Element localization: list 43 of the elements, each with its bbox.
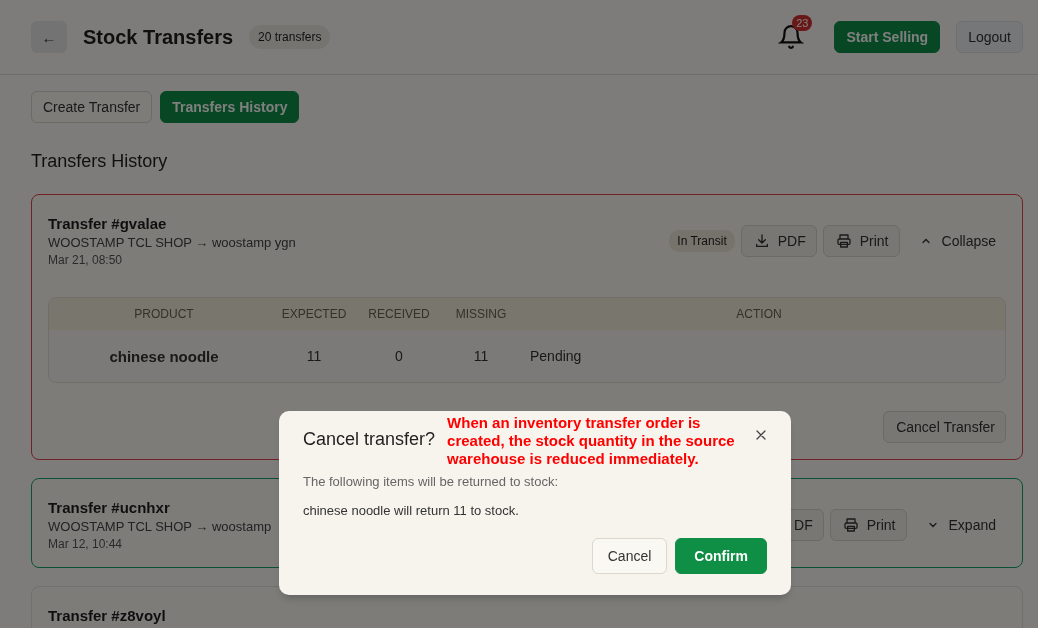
back-button[interactable]: ← xyxy=(31,21,67,53)
cancel-transfer-button[interactable]: Cancel Transfer xyxy=(883,411,1006,443)
status-badge: In Transit xyxy=(669,230,735,252)
download-icon xyxy=(753,233,770,249)
return-item-text: chinese noodle will return 11 to stock. xyxy=(303,503,520,518)
transfer-title: Transfer #gvalae xyxy=(48,215,167,232)
tab[interactable]: Create Transfer xyxy=(31,91,153,123)
column-header: MISSING xyxy=(454,307,508,321)
count-badge: 20 transfers xyxy=(249,25,331,49)
column-header: RECEIVED xyxy=(367,307,431,321)
cancel-button[interactable]: Cancel xyxy=(591,538,668,574)
expand-button[interactable]: Expand xyxy=(912,509,1006,541)
table-cell-text: Pending xyxy=(529,348,583,364)
transfer-route: WOOSTAMP TCL SHOP → woostamp xyxy=(48,519,272,534)
tab[interactable]: Transfers History xyxy=(160,91,300,123)
section-title: Transfers History xyxy=(31,151,169,172)
transfer-title: Transfer #ucnhxr xyxy=(48,499,170,516)
transfer-route: WOOSTAMP TCL SHOP → woostamp ygn xyxy=(48,235,296,250)
transfer-date: Mar 12, 10:44 xyxy=(48,537,123,551)
confirm-button[interactable]: Confirm xyxy=(675,538,767,574)
transfer-date: Mar 21, 08:50 xyxy=(48,253,123,267)
logout-button[interactable]: Logout xyxy=(956,21,1023,53)
print-button[interactable]: Print xyxy=(829,509,907,541)
column-header: EXPECTED xyxy=(280,307,348,321)
print-button[interactable]: Print xyxy=(822,225,900,257)
annotation-text: When an inventory transfer order is created, the stock quantity in the source warehouse is reduced immediately. xyxy=(447,414,736,468)
printer-icon xyxy=(842,517,859,533)
pdf-button[interactable]: PDF xyxy=(740,225,817,257)
collapse-button[interactable]: Collapse xyxy=(905,225,1006,257)
dialog-text: The following items will be returned to stock: xyxy=(303,474,560,489)
table-cell-text: 0 xyxy=(394,348,404,364)
column-header: ACTION xyxy=(735,307,783,321)
column-header: PRODUCT xyxy=(133,307,195,321)
table-cell-text: 11 xyxy=(305,348,323,364)
table-cell-text: 11 xyxy=(472,348,490,364)
start-selling-button[interactable]: Start Selling xyxy=(834,21,941,53)
notification-badge: 23 xyxy=(792,15,813,31)
close-icon xyxy=(755,429,767,441)
table-cell-text: chinese noodle xyxy=(108,347,220,365)
dialog-title: Cancel transfer? xyxy=(303,429,436,450)
printer-icon xyxy=(835,233,852,249)
transfer-title: Transfer #z8voyl xyxy=(48,607,166,624)
page-title: Stock Transfers xyxy=(83,25,234,49)
